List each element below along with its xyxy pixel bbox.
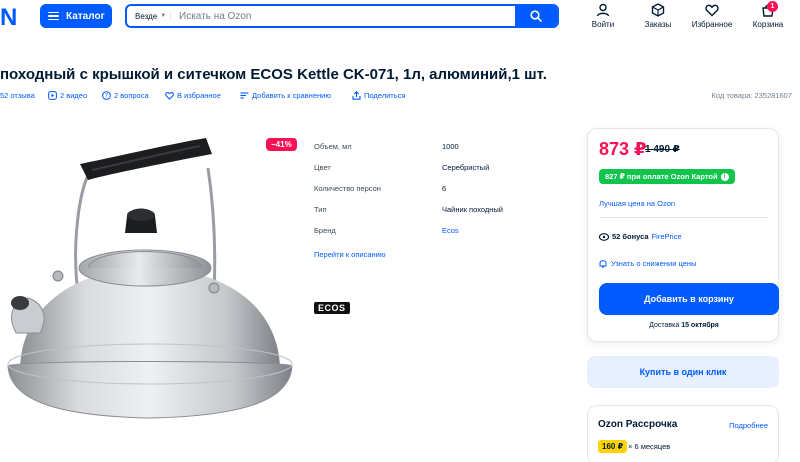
videos-label: 2 видео [60,91,88,100]
reviews-label: 52 отзыва [0,91,35,100]
spec-value: Чайник походный [442,205,503,214]
spec-row: Объем, мл 1000 [314,142,554,163]
info-icon: i [720,172,729,181]
questions-link[interactable]: ? 2 вопроса [102,91,149,100]
brand-logo[interactable]: ECOS [314,302,350,314]
chevron-down-icon: ▼ [160,13,167,19]
login-label: Войти [591,20,615,29]
reviews-link[interactable]: 52 отзыва [0,91,35,100]
compare-link[interactable]: Добавить к сравнению [240,91,331,100]
delivery-prefix: Доставка [649,322,680,329]
price-card: 873 ₽ 1 490 ₽ 827 ₽ при оплате Ozon Карт… [587,128,779,342]
divider [599,217,769,218]
spec-row: Цвет Серебристый [314,163,554,184]
heart-icon [705,4,719,17]
bonus-amount: 52 бонуса [612,232,649,241]
installment-title: Ozon Рассрочка [598,419,678,430]
box-icon [651,3,665,17]
search-bar: Везде ▼ [125,4,559,28]
current-price: 873 ₽ [599,139,647,159]
product-image[interactable] [0,128,300,462]
specs-list: Объем, мл 1000 Цвет Серебристый Количест… [314,142,554,247]
spec-row: Тип Чайник походный [314,205,554,226]
best-price-link[interactable]: Лучшая цена на Ozon [599,199,675,208]
delivery-date: 15 октября [681,322,719,329]
catalog-button[interactable]: Каталог [40,4,112,28]
spec-row: Бренд Ecos [314,226,554,247]
product-title: походный с крышкой и ситечком ECOS Kettl… [0,66,547,83]
header: N Каталог Везде ▼ Войти Заказы Избранное… [0,0,800,40]
cart-count-badge: 1 [767,1,778,12]
spec-row: Количество персон 6 [314,184,554,205]
search-icon [530,10,542,22]
price-drop-notify-label: Узнать о снижении цены [611,259,697,268]
product-code: Код товара: 235281607 [711,91,792,100]
orders-label: Заказы [644,20,672,29]
bell-icon [599,260,607,268]
spec-value: 1000 [442,142,459,151]
old-price: 1 490 ₽ [645,144,680,155]
bonus-icon [599,232,609,241]
fireprice-link[interactable]: FirePrice [652,232,682,241]
share-icon [352,91,361,100]
videos-link[interactable]: 2 видео [48,91,87,100]
spec-name: Тип [314,205,327,214]
product-meta-row: 52 отзыва 2 видео ? 2 вопроса В избранно… [0,91,800,103]
heart-icon [165,91,174,100]
video-icon [48,91,57,100]
cart-button[interactable]: 1 Корзина [748,1,788,29]
price-drop-notify-link[interactable]: Узнать о снижении цены [599,259,696,268]
cart-label: Корзина [752,20,784,29]
catalog-label: Каталог [66,10,105,22]
spec-name: Цвет [314,163,331,172]
share-link[interactable]: Поделиться [352,91,405,100]
favorite-label: В избранное [177,91,221,100]
ozon-card-price-label: 827 ₽ при оплате Ozon Картой [605,172,718,181]
buy-one-click-button[interactable]: Купить в один клик [587,356,779,388]
login-button[interactable]: Войти [587,3,619,29]
question-icon: ? [102,91,111,100]
spec-name: Количество персон [314,184,381,193]
search-button[interactable] [515,6,557,26]
discount-badge: −41% [266,138,297,151]
user-icon [596,3,610,17]
favorites-button[interactable]: Избранное [688,3,736,29]
favorites-label: Избранное [691,20,733,29]
installment-more-link[interactable]: Подробнее [729,421,768,430]
orders-button[interactable]: Заказы [640,3,676,29]
menu-icon [48,11,59,21]
brand-link[interactable]: Ecos [442,226,459,235]
go-to-description-link[interactable]: Перейти к описанию [314,250,385,259]
installment-amount: 160 ₽ [598,440,628,453]
ozon-logo[interactable]: N [0,5,18,31]
spec-value: 6 [442,184,447,193]
ozon-card-price-badge[interactable]: 827 ₽ при оплате Ozon Картой i [599,169,735,184]
bonus-info: 52 бонуса FirePrice [599,232,682,241]
spec-name: Бренд [314,226,336,235]
installment-card: Ozon Рассрочка Подробнее 160 ₽ × 6 месяц… [587,405,779,462]
search-scope-label: Везде [135,11,158,21]
spec-value: Серебристый [442,163,490,172]
spec-name: Объем, мл [314,142,352,151]
share-label: Поделиться [364,91,406,100]
add-favorite-link[interactable]: В избранное [165,91,221,100]
search-input[interactable] [171,6,515,26]
svg-text:?: ? [105,93,108,100]
questions-label: 2 вопроса [114,91,149,100]
compare-icon [240,92,249,99]
installment-months: × 6 месяцев [628,442,671,451]
add-to-cart-button[interactable]: Добавить в корзину [599,283,779,315]
delivery-info: Доставка 15 октября [588,322,780,329]
compare-label: Добавить к сравнению [252,91,331,100]
search-scope-select[interactable]: Везде ▼ [127,11,171,21]
kettle-image [7,138,293,419]
